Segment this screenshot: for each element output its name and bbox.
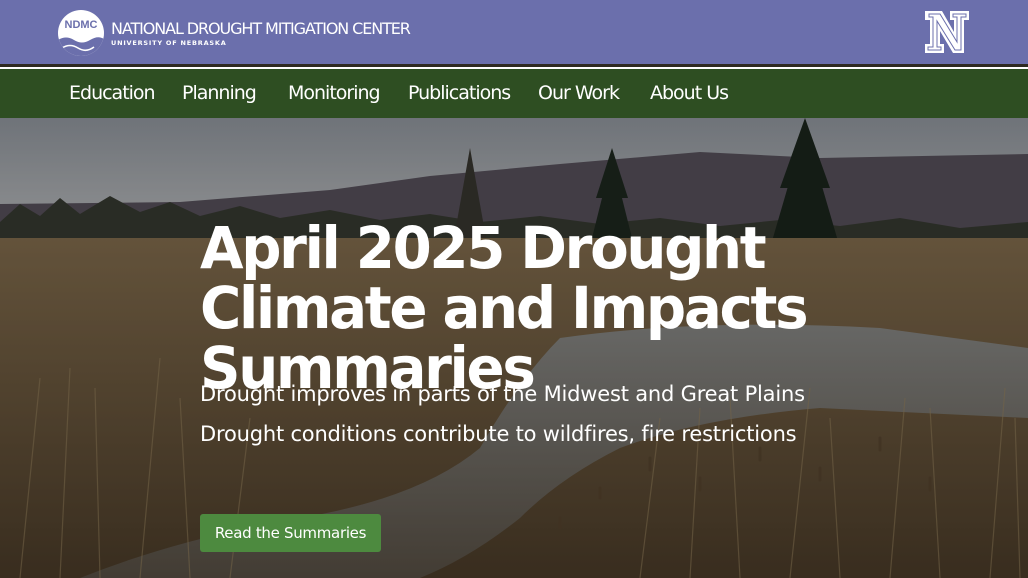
hero-line-wildfires: Drought conditions contribute to wildfir… xyxy=(200,422,797,446)
nav-publications[interactable]: Publications xyxy=(408,69,511,118)
org-subtitle: UNIVERSITY OF NEBRASKA xyxy=(111,38,227,47)
main-nav: Education Planning Monitoring Publicatio… xyxy=(0,67,1028,118)
ndmc-home-link[interactable]: NDMC NATIONAL DROUGHT MITIGATION CENTER … xyxy=(58,10,411,56)
nav-monitoring[interactable]: Monitoring xyxy=(288,69,381,118)
logo-wordmark: NATIONAL DROUGHT MITIGATION CENTER UNIVE… xyxy=(111,18,411,47)
logo-wave-icon xyxy=(58,37,104,56)
hero-line-midwest: Drought improves in parts of the Midwest… xyxy=(200,382,805,406)
nav-education[interactable]: Education xyxy=(69,69,156,118)
hero-title: April 2025 Drought Climate and Impacts S… xyxy=(200,214,809,402)
logo-abbreviation: NDMC xyxy=(64,19,98,31)
site-header: NDMC NATIONAL DROUGHT MITIGATION CENTER … xyxy=(0,0,1028,64)
org-name: NATIONAL DROUGHT MITIGATION CENTER xyxy=(111,18,411,38)
nav-about-us[interactable]: About Us xyxy=(650,69,729,118)
read-summaries-button[interactable]: Read the Summaries xyxy=(200,514,381,552)
nebraska-n-logo-icon[interactable] xyxy=(922,8,972,56)
ndmc-logo-icon: NDMC xyxy=(58,10,104,56)
nav-our-work[interactable]: Our Work xyxy=(538,69,620,118)
hero-banner: April 2025 Drought Climate and Impacts S… xyxy=(0,118,1028,578)
nav-planning[interactable]: Planning xyxy=(182,69,257,118)
